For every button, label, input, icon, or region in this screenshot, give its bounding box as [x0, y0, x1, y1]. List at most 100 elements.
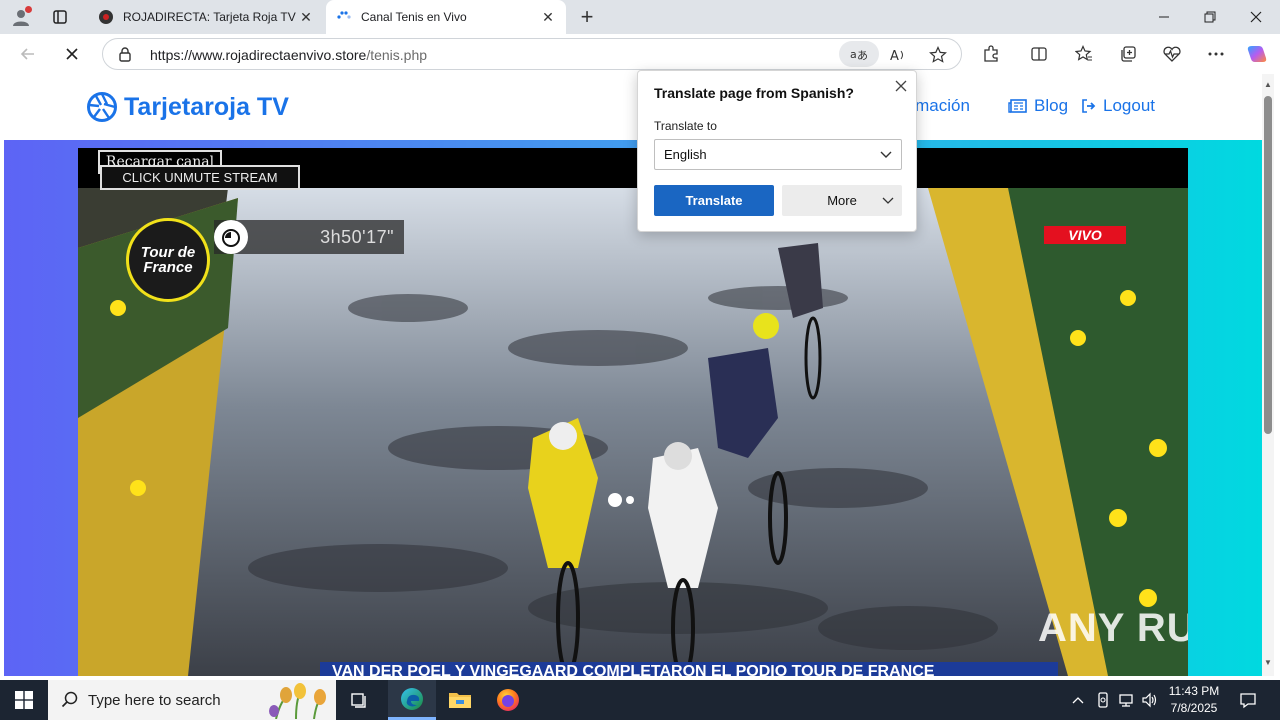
collections-icon	[1121, 46, 1136, 62]
more-button-label: More	[827, 193, 857, 208]
hero-section: Tour de France 3h50'17" VIVO VAN DER POE…	[4, 140, 1262, 676]
scroll-thumb[interactable]	[1264, 96, 1272, 434]
tab-rojadirecta[interactable]: ROJADIRECTA: Tarjeta Roja TV - Pi ✕	[88, 0, 324, 34]
site-brand-link[interactable]: Tarjetaroja TV	[86, 91, 289, 123]
video-player[interactable]: Tour de France 3h50'17" VIVO VAN DER POE…	[78, 148, 1188, 676]
device-tray-button[interactable]	[1093, 690, 1113, 710]
folder-icon	[449, 693, 471, 708]
scroll-down-arrow-icon[interactable]: ▼	[1262, 658, 1274, 668]
profile-avatar[interactable]	[9, 5, 33, 29]
tab-actions-icon	[53, 10, 67, 24]
svg-text:A: A	[890, 49, 899, 63]
notifications-button[interactable]	[1238, 690, 1258, 710]
copilot-button[interactable]	[1245, 42, 1269, 66]
page-scrollbar[interactable]: ▲ ▼	[1262, 74, 1274, 676]
new-tab-button[interactable]: +	[575, 4, 599, 29]
windows-taskbar: Type here to search 11:43 PM 7/8/2025	[0, 680, 1280, 720]
tulips-decoration-icon	[269, 683, 326, 719]
url-domain: https://www.rojadirectaenvivo.store	[150, 47, 367, 63]
live-badge-text: VIVO	[1068, 227, 1102, 243]
race-timer-text: 3h50'17"	[320, 226, 394, 247]
translate-button[interactable]: Translate	[654, 185, 774, 216]
news-ticker: VAN DER POEL Y VINGEGAARD COMPLETARON EL…	[320, 662, 1058, 676]
search-placeholder: Type here to search	[88, 692, 221, 709]
heartbeat-icon	[1163, 46, 1181, 62]
close-tab-icon[interactable]: ✕	[538, 7, 558, 27]
read-aloud-button[interactable]: A	[888, 44, 910, 66]
favorites-button[interactable]	[1072, 42, 1096, 66]
translate-to-label: Translate to	[654, 119, 717, 133]
puzzle-icon	[984, 45, 998, 62]
windows-logo-icon	[15, 691, 33, 709]
stop-icon	[66, 48, 78, 60]
taskbar-firefox-button[interactable]	[484, 680, 532, 720]
web-page: Tarjetaroja TV ramación Blog Logout Tour…	[4, 74, 1262, 676]
more-options-button[interactable]: More	[782, 185, 902, 216]
back-button[interactable]	[14, 40, 42, 68]
split-screen-button[interactable]	[1027, 42, 1051, 66]
target-language-select[interactable]: English	[654, 139, 902, 170]
collections-button[interactable]	[1116, 42, 1140, 66]
notification-icon	[1240, 693, 1256, 709]
network-tray-button[interactable]	[1116, 690, 1136, 710]
more-dots-icon	[1208, 52, 1224, 56]
close-window-icon	[1250, 11, 1262, 23]
video-frame[interactable]: Tour de France 3h50'17" VIVO VAN DER POE…	[78, 188, 1188, 676]
translate-icon: aあ	[850, 48, 868, 62]
close-tab-icon[interactable]: ✕	[296, 7, 316, 27]
stop-loading-button[interactable]	[58, 40, 86, 68]
show-hidden-icons-button[interactable]	[1068, 690, 1088, 710]
translate-popup-title: Translate page from Spanish?	[654, 85, 854, 101]
taskbar-clock[interactable]: 11:43 PM 7/8/2025	[1158, 683, 1230, 717]
tab-canal-tenis[interactable]: Canal Tenis en Vivo ✕	[326, 0, 566, 34]
restore-button[interactable]	[1187, 0, 1233, 34]
back-arrow-icon	[20, 48, 34, 60]
unmute-stream-button[interactable]: CLICK UNMUTE STREAM	[100, 165, 300, 190]
favorites-star-icon	[1075, 45, 1092, 61]
profile-notification-dot	[25, 6, 32, 13]
restore-icon	[1204, 11, 1216, 23]
network-icon	[1119, 694, 1133, 707]
live-badge: VIVO	[1044, 226, 1126, 244]
close-popup-icon[interactable]	[892, 77, 910, 95]
start-button[interactable]	[0, 680, 48, 720]
extensions-button[interactable]	[979, 42, 1003, 66]
taskbar-search-box[interactable]: Type here to search	[48, 680, 336, 720]
split-screen-icon	[1031, 47, 1047, 61]
browser-toolbar: https://www.rojadirectaenvivo.store/teni…	[0, 34, 1280, 74]
tdf-logo-text: Tour de France	[140, 244, 196, 276]
nav-blog-link[interactable]: Blog	[1008, 96, 1068, 116]
brand-name: Tarjetaroja TV	[124, 92, 289, 121]
tour-de-france-logo: Tour de France	[126, 218, 210, 302]
minimize-icon	[1159, 16, 1169, 18]
browser-essentials-button[interactable]	[1160, 42, 1184, 66]
clock-date: 7/8/2025	[1170, 701, 1218, 715]
taskbar-edge-button[interactable]	[388, 680, 436, 720]
cycling-scene-image	[78, 188, 1188, 676]
scroll-up-arrow-icon[interactable]: ▲	[1262, 80, 1274, 90]
site-info-icon[interactable]	[117, 46, 133, 62]
settings-and-more-button[interactable]	[1204, 42, 1228, 66]
tab-actions-button[interactable]	[47, 5, 73, 29]
tab-title: ROJADIRECTA: Tarjeta Roja TV - Pi	[123, 10, 296, 24]
close-window-button[interactable]	[1233, 0, 1279, 34]
search-icon	[61, 691, 78, 708]
volume-tray-button[interactable]	[1140, 690, 1160, 710]
svg-text:あ: あ	[857, 49, 868, 62]
stopwatch-icon	[214, 220, 248, 254]
url-text[interactable]: https://www.rojadirectaenvivo.store/teni…	[150, 47, 427, 63]
chevron-up-icon	[1072, 697, 1084, 704]
favorite-button[interactable]	[927, 44, 949, 66]
copilot-icon	[1247, 46, 1267, 62]
taskbar-file-explorer-button[interactable]	[436, 680, 484, 720]
url-path: /tenis.php	[366, 47, 428, 63]
edge-browser-icon	[401, 687, 423, 710]
task-view-button[interactable]	[336, 680, 384, 720]
translate-page-button[interactable]: aあ	[839, 41, 879, 67]
anyrun-watermark: ANY RUN	[1038, 606, 1188, 650]
selected-language: English	[664, 147, 707, 162]
address-bar[interactable]: https://www.rojadirectaenvivo.store/teni…	[102, 38, 962, 70]
nav-logout-link[interactable]: Logout	[1081, 96, 1155, 116]
minimize-button[interactable]	[1141, 0, 1187, 34]
translate-popup: Translate page from Spanish? Translate t…	[637, 70, 917, 232]
